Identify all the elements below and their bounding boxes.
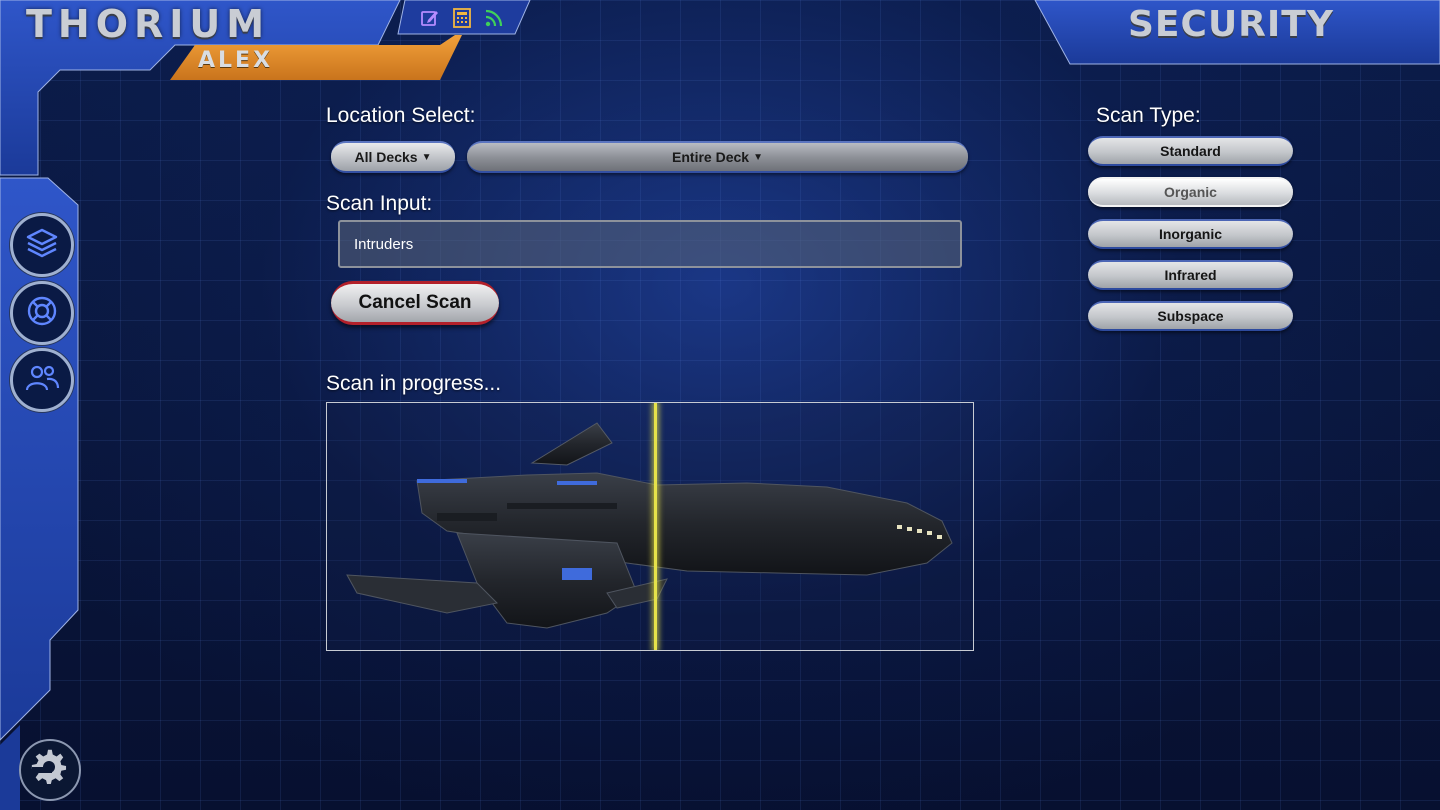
users-icon bbox=[24, 361, 60, 400]
ship-scan-viewer bbox=[326, 402, 974, 651]
deck-select-value: All Decks bbox=[354, 149, 418, 165]
layers-icon bbox=[25, 226, 59, 265]
scan-line bbox=[654, 403, 657, 650]
user-name: ALEX bbox=[198, 48, 274, 73]
settings-button[interactable] bbox=[19, 739, 81, 801]
app-brand: THORIUM bbox=[26, 2, 271, 46]
room-select[interactable]: Entire Deck ▼ bbox=[467, 141, 968, 173]
calculator-icon[interactable] bbox=[452, 8, 472, 28]
scan-status: Scan in progress... bbox=[326, 372, 502, 395]
scan-type-label: Scan Type: bbox=[1096, 104, 1201, 127]
scan-type-subspace[interactable]: Subspace bbox=[1088, 301, 1293, 331]
scan-input-label: Scan Input: bbox=[326, 192, 433, 215]
scan-type-infrared[interactable]: Infrared bbox=[1088, 260, 1293, 290]
deck-select[interactable]: All Decks ▼ bbox=[331, 141, 455, 173]
ship-image bbox=[346, 422, 953, 629]
station-title: SECURITY bbox=[1128, 4, 1334, 45]
edit-icon[interactable] bbox=[420, 8, 440, 28]
chevron-down-icon: ▼ bbox=[753, 151, 763, 163]
gear-icon bbox=[30, 748, 70, 793]
location-select-label: Location Select: bbox=[326, 104, 476, 127]
room-select-value: Entire Deck bbox=[672, 149, 750, 165]
sidebar-item-crew[interactable] bbox=[10, 348, 74, 412]
chevron-down-icon: ▼ bbox=[421, 151, 432, 163]
sidebar-item-layers[interactable] bbox=[10, 213, 74, 277]
lifebuoy-icon bbox=[25, 294, 59, 333]
header-icon-tray bbox=[420, 8, 504, 28]
scan-input[interactable] bbox=[338, 220, 962, 268]
scan-type-organic[interactable]: Organic bbox=[1088, 177, 1293, 207]
rss-icon[interactable] bbox=[484, 8, 504, 28]
cancel-scan-button[interactable]: Cancel Scan bbox=[331, 281, 499, 325]
scan-type-inorganic[interactable]: Inorganic bbox=[1088, 219, 1293, 249]
sidebar-item-support[interactable] bbox=[10, 281, 74, 345]
scan-type-standard[interactable]: Standard bbox=[1088, 136, 1293, 166]
